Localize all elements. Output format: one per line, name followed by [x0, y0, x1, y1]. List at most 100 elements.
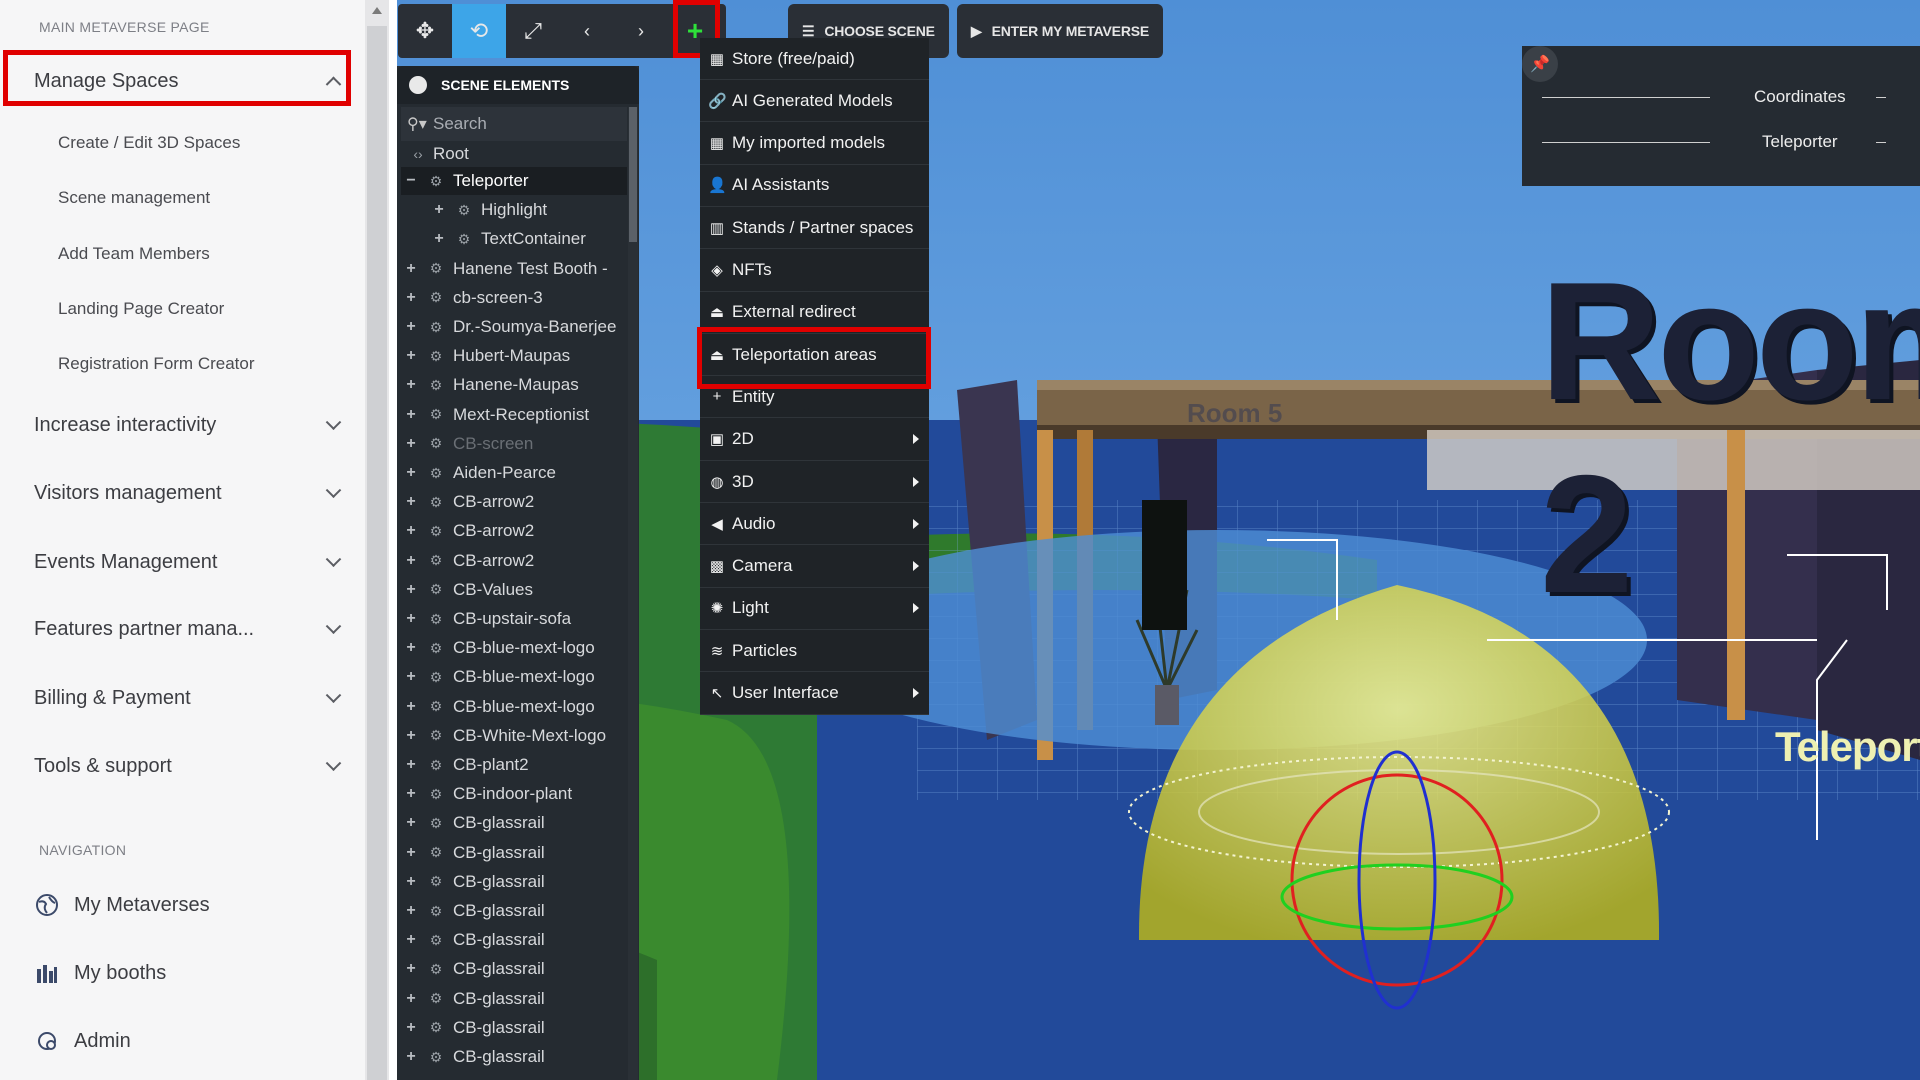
move-tool-button[interactable]: ✥ [398, 4, 452, 58]
tree-row[interactable]: + ⚙ TextContainer [401, 225, 627, 253]
tree-row[interactable]: + ⚙ CB-indoor-plant [401, 780, 627, 808]
expand-icon[interactable]: + [403, 960, 419, 978]
expand-icon[interactable]: + [403, 493, 419, 511]
nav-my-metaverses[interactable]: My Metaverses [34, 885, 210, 925]
menu-visitors-management[interactable]: Visitors management [34, 471, 342, 515]
menu-increase-interactivity[interactable]: Increase interactivity [34, 403, 342, 447]
menu-tools-support[interactable]: Tools & support [34, 744, 342, 788]
expand-icon[interactable]: + [403, 610, 419, 628]
collapse-icon[interactable]: − [403, 172, 419, 190]
rotate-tool-button[interactable]: ⟲ [452, 4, 506, 58]
nav-my-booths[interactable]: My booths [34, 953, 166, 993]
menu-item-camera[interactable]: ▩ Camera [700, 546, 929, 588]
tree-root[interactable]: ‹› Root [401, 140, 627, 168]
menu-item-store-free-paid[interactable]: ▦ Store (free/paid) [700, 38, 929, 80]
tree-row[interactable]: + ⚙ Hanene-Maupas [401, 371, 627, 399]
tree-row[interactable]: + ⚙ CB-glassrail [401, 897, 627, 925]
sub-item-add-team-members[interactable]: Add Team Members [58, 244, 210, 264]
expand-icon[interactable]: + [403, 581, 419, 599]
undo-button[interactable]: ‹ [560, 4, 614, 58]
scale-tool-button[interactable]: ⤢ [506, 4, 560, 58]
enter-metaverse-button[interactable]: ▶ ENTER MY METAVERSE [957, 4, 1163, 58]
sub-item-landing-page-creator[interactable]: Landing Page Creator [58, 299, 224, 319]
tree-row[interactable]: + ⚙ CB-glassrail [401, 809, 627, 837]
scene-tree-scrollbar[interactable] [628, 107, 638, 1080]
tree-row[interactable]: + ⚙ Highlight [401, 196, 627, 224]
expand-icon[interactable]: + [403, 318, 419, 336]
expand-icon[interactable]: + [431, 230, 447, 248]
expand-icon[interactable]: + [403, 406, 419, 424]
pin-icon[interactable]: 📌 [1522, 46, 1558, 82]
menu-item-stands-partner-spaces[interactable]: ▥ Stands / Partner spaces [700, 207, 929, 250]
tree-row[interactable]: + ⚙ Hanene Test Booth - [401, 255, 627, 283]
expand-icon[interactable]: + [403, 376, 419, 394]
expand-icon[interactable]: + [403, 522, 419, 540]
expand-icon[interactable]: + [403, 698, 419, 716]
menu-item-2d[interactable]: ▣ 2D [700, 419, 929, 461]
expand-icon[interactable]: + [403, 260, 419, 278]
tree-row[interactable]: + ⚙ CB-blue-mext-logo [401, 663, 627, 691]
expand-icon[interactable]: + [403, 814, 419, 832]
expand-icon[interactable]: + [403, 464, 419, 482]
sub-item-registration-form-creator[interactable]: Registration Form Creator [58, 354, 255, 374]
menu-item-ai-generated-models[interactable]: 🔗 AI Generated Models [700, 80, 929, 123]
menu-features-partner[interactable]: Features partner mana... [34, 607, 342, 651]
tree-row[interactable]: + ⚙ CB-glassrail [401, 926, 627, 954]
expand-icon[interactable]: + [403, 873, 419, 891]
menu-item-light[interactable]: ✺ Light [700, 588, 929, 630]
sub-item-scene-management[interactable]: Scene management [58, 188, 210, 208]
expand-icon[interactable]: + [403, 756, 419, 774]
redo-button[interactable]: › [614, 4, 668, 58]
tree-row[interactable]: + ⚙ CB-arrow2 [401, 517, 627, 545]
menu-item-user-interface[interactable]: ↖ User Interface [700, 673, 929, 715]
sidebar-scrollbar[interactable] [365, 0, 389, 1080]
menu-item-ai-assistants[interactable]: 👤 AI Assistants [700, 165, 929, 207]
tree-row[interactable]: + ⚙ CB-arrow2 [401, 488, 627, 516]
expand-icon[interactable]: + [403, 552, 419, 570]
tree-row[interactable]: + ⚙ CB-plant2 [401, 751, 627, 779]
tree-row[interactable]: + ⚙ Aiden-Pearce [401, 459, 627, 487]
tree-row[interactable]: + ⚙ CB-arrow2 [401, 547, 627, 575]
tree-row[interactable]: + ⚙ CB-glassrail [401, 839, 627, 867]
tree-row[interactable]: + ⚙ CB-White-Mext-logo [401, 722, 627, 750]
tree-row[interactable]: + ⚙ CB-upstair-sofa [401, 605, 627, 633]
tree-row[interactable]: + ⚙ CB-screen [401, 430, 627, 458]
scrollbar-thumb[interactable] [367, 26, 387, 1080]
tree-row[interactable]: + ⚙ CB-glassrail [401, 985, 627, 1013]
expand-icon[interactable]: + [403, 435, 419, 453]
expand-icon[interactable]: + [403, 1019, 419, 1037]
menu-item-my-imported-models[interactable]: ▦ My imported models [700, 123, 929, 165]
expand-icon[interactable]: + [403, 844, 419, 862]
tree-row[interactable]: − ⚙ Teleporter [401, 167, 627, 195]
menu-billing-payment[interactable]: Billing & Payment [34, 676, 342, 720]
menu-item-nfts[interactable]: ◈ NFTs [700, 250, 929, 292]
menu-item-particles[interactable]: ≋ Particles [700, 630, 929, 673]
tree-row[interactable]: + ⚙ CB-glassrail [401, 1043, 627, 1071]
tree-row[interactable]: + ⚙ CB-glassrail [401, 868, 627, 896]
tree-row[interactable]: + ⚙ CB-blue-mext-logo [401, 693, 627, 721]
expand-icon[interactable]: + [403, 990, 419, 1008]
expand-icon[interactable]: + [403, 639, 419, 657]
sub-item-create-edit-3d-spaces[interactable]: Create / Edit 3D Spaces [58, 133, 240, 153]
nav-admin[interactable]: Admin [34, 1021, 131, 1061]
tree-row[interactable]: + ⚙ Hubert-Maupas [401, 342, 627, 370]
tree-row[interactable]: + ⚙ CB-glassrail [401, 955, 627, 983]
expand-icon[interactable]: + [403, 785, 419, 803]
expand-icon[interactable]: + [431, 201, 447, 219]
tree-row[interactable]: + ⚙ CB-blue-mext-logo [401, 634, 627, 662]
tree-row[interactable]: + ⚙ CB-glassrail [401, 1014, 627, 1042]
expand-icon[interactable]: + [403, 727, 419, 745]
tree-row[interactable]: + ⚙ cb-screen-3 [401, 284, 627, 312]
tree-row[interactable]: + ⚙ CB-Values [401, 576, 627, 604]
tree-row[interactable]: + ⚙ Mext-Receptionist [401, 401, 627, 429]
expand-icon[interactable]: + [403, 347, 419, 365]
menu-item-3d[interactable]: ◍ 3D [700, 461, 929, 503]
expand-icon[interactable]: + [403, 668, 419, 686]
scene-search-input[interactable]: ⚲▾ Search [401, 107, 627, 141]
expand-icon[interactable]: + [403, 902, 419, 920]
menu-item-audio[interactable]: ◀ Audio [700, 503, 929, 546]
tree-row[interactable]: + ⚙ Dr.-Soumya-Banerjee [401, 313, 627, 341]
menu-events-management[interactable]: Events Management [34, 540, 342, 584]
scroll-up-arrow-icon[interactable] [372, 7, 382, 14]
expand-icon[interactable]: + [403, 289, 419, 307]
